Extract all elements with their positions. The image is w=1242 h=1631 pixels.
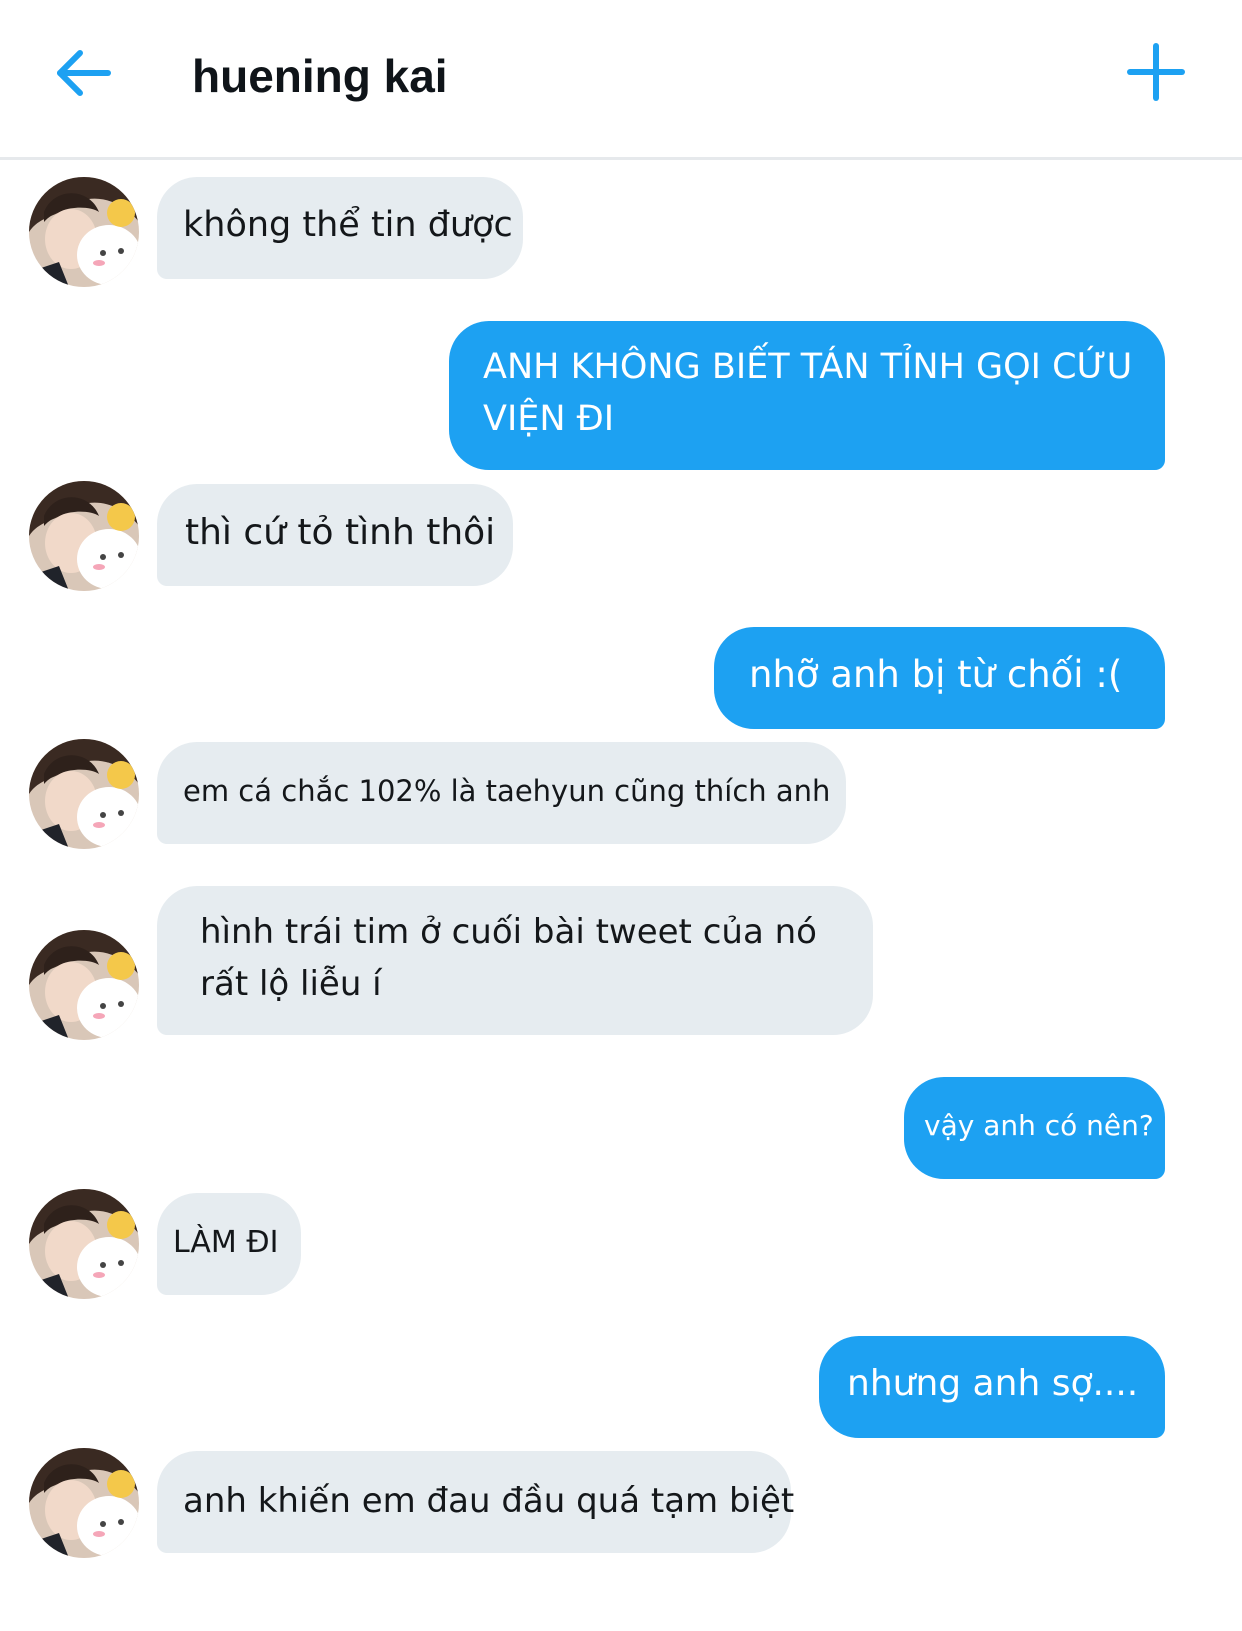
message-received: thì cứ tỏ tình thôi [157,484,513,586]
chat-header: huening kai [0,0,1242,160]
arrow-left-icon [57,50,111,96]
contact-avatar[interactable] [29,930,139,1040]
message-sent: ANH KHÔNG BIẾT TÁN TỈNH GỌI CỨU VIỆN ĐI [449,321,1165,470]
message-text: LÀM ĐI [173,1225,279,1260]
contact-avatar[interactable] [29,1448,139,1558]
add-button[interactable] [1124,40,1188,104]
contact-avatar[interactable] [29,739,139,849]
contact-avatar[interactable] [29,481,139,591]
message-text: thì cứ tỏ tình thôi [185,512,496,553]
message-text: nhưng anh sợ.... [847,1363,1139,1404]
message-text: anh khiến em đau đầu quá tạm biệt [183,1481,795,1521]
back-button[interactable] [52,40,116,104]
contact-avatar[interactable] [29,1189,139,1299]
message-received: LÀM ĐI [157,1193,301,1295]
message-text-line-2: VIỆN ĐI [483,399,615,439]
message-text: vậy anh có nên? [924,1109,1154,1142]
conversation-title: huening kai [192,50,448,102]
message-sent: nhỡ anh bị từ chối :( [714,627,1165,729]
message-text: nhỡ anh bị từ chối :( [749,653,1123,696]
message-received: hình trái tim ở cuối bài tweet của nó rấ… [157,886,873,1035]
contact-avatar[interactable] [29,177,139,287]
message-text: không thể tin được [183,205,513,245]
message-text-line-1: hình trái tim ở cuối bài tweet của nó [200,912,817,952]
message-text-line-1: ANH KHÔNG BIẾT TÁN TỈNH GỌI CỨU [483,347,1133,387]
message-received: anh khiến em đau đầu quá tạm biệt [157,1451,795,1553]
message-received: em cá chắc 102% là taehyun cũng thích an… [157,742,846,844]
message-received: không thể tin được [157,177,523,279]
message-text-line-2: rất lộ liễu í [200,964,382,1004]
message-text: em cá chắc 102% là taehyun cũng thích an… [183,774,831,808]
plus-icon [1127,43,1185,101]
message-sent: nhưng anh sợ.... [819,1336,1165,1438]
message-sent: vậy anh có nên? [904,1077,1165,1179]
